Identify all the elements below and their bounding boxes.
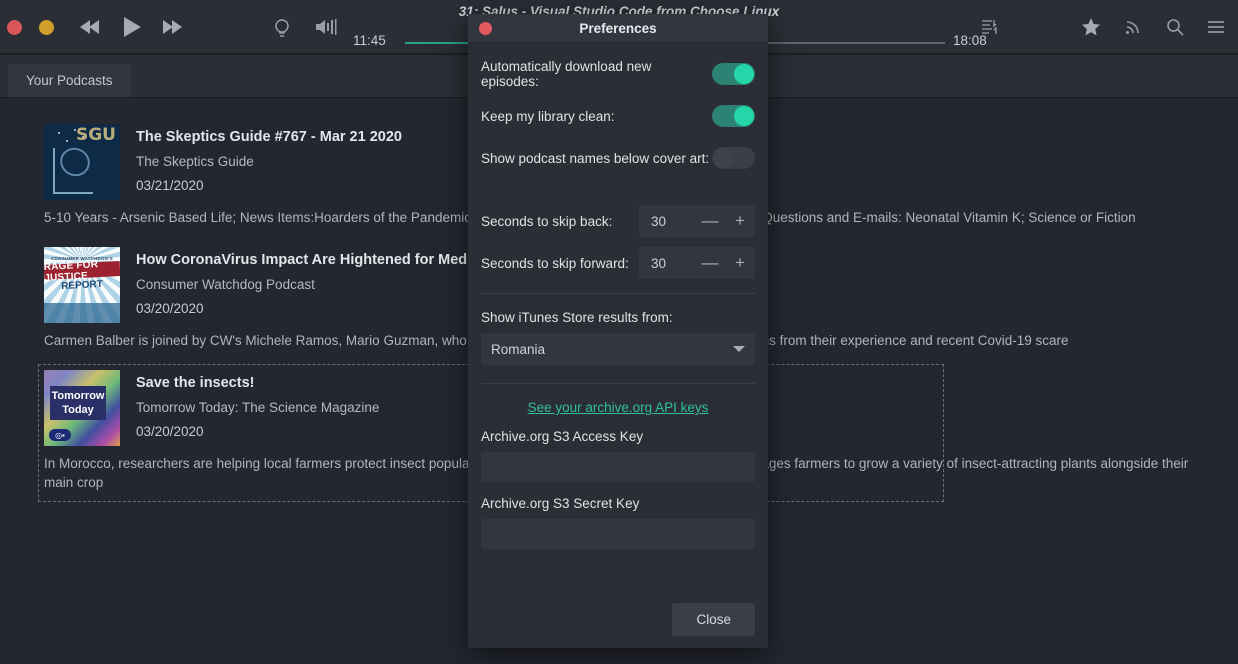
episode-meta: How CoronaVirus Impact Are Hightened for… — [136, 247, 514, 323]
secret-key-label: Archive.org S3 Secret Key — [481, 496, 640, 511]
skip-back-stepper[interactable]: 30 — + — [639, 205, 755, 237]
episode-show-name: Tomorrow Today: The Science Magazine — [136, 400, 380, 415]
pref-row-auto-download: Automatically download new episodes: — [481, 59, 755, 89]
skip-back-value: 30 — [651, 213, 667, 229]
pref-label: Automatically download new episodes: — [481, 59, 652, 89]
skip-forward-value: 30 — [651, 255, 667, 271]
divider — [481, 293, 755, 294]
fast-forward-icon[interactable] — [161, 16, 185, 38]
close-window-dot[interactable] — [7, 20, 22, 35]
playlist-queue-icon[interactable] — [978, 16, 1000, 38]
skip-back-minus-button[interactable]: — — [695, 205, 725, 237]
preferences-footer: Close — [672, 603, 755, 636]
secret-key-input[interactable] — [481, 519, 755, 549]
access-key-label: Archive.org S3 Access Key — [481, 429, 644, 444]
hamburger-menu-icon[interactable] — [1205, 16, 1227, 38]
episode-title: Save the insects! — [136, 375, 255, 391]
pref-label: Seconds to skip forward: — [481, 255, 629, 271]
close-button[interactable]: Close — [672, 603, 755, 636]
pref-row-show-podcast-names: Show podcast names below cover art: — [481, 145, 755, 171]
episode-cover-art: CONSUMER WATCHDOG'S RAGE FOR JUSTICE REP… — [44, 247, 120, 323]
toggle-knob — [734, 64, 754, 84]
archive-api-keys-link[interactable]: See your archive.org API keys — [481, 400, 755, 415]
skip-forward-minus-button[interactable]: — — [695, 247, 725, 279]
itunes-store-country-select[interactable]: Romania — [481, 333, 755, 365]
skip-back-plus-button[interactable]: + — [725, 205, 755, 237]
pref-label: Seconds to skip back: — [481, 213, 613, 229]
search-icon[interactable] — [1164, 16, 1186, 38]
preferences-titlebar: Preferences — [468, 14, 768, 43]
toggle-knob — [713, 148, 733, 168]
rewind-icon[interactable] — [78, 16, 102, 38]
episode-show-name: The Skeptics Guide — [136, 154, 254, 169]
toggle-auto-download[interactable] — [712, 63, 755, 85]
lightbulb-icon[interactable] — [271, 16, 293, 39]
skip-forward-plus-button[interactable]: + — [725, 247, 755, 279]
cover-art-text: SGU — [75, 125, 116, 145]
episode-meta: The Skeptics Guide #767 - Mar 21 2020 Th… — [136, 124, 402, 200]
toggle-knob — [734, 106, 754, 126]
episode-title: The Skeptics Guide #767 - Mar 21 2020 — [136, 129, 402, 145]
rss-icon[interactable] — [1122, 16, 1144, 38]
divider — [481, 383, 755, 384]
pref-label: Keep my library clean: — [481, 108, 615, 124]
star-icon[interactable] — [1080, 16, 1102, 38]
access-key-input[interactable] — [481, 452, 755, 482]
pref-row-skip-back: Seconds to skip back: 30 — + — [481, 205, 755, 237]
episode-date: 03/20/2020 — [136, 301, 204, 316]
pref-label: Show podcast names below cover art: — [481, 150, 710, 166]
cover-art-sub-text: Today — [62, 404, 94, 416]
preferences-dialog: Preferences Automatically download new e… — [468, 14, 768, 648]
cover-art-text: Tomorrow — [51, 390, 105, 402]
itunes-store-label: Show iTunes Store results from: — [481, 310, 673, 325]
volume-icon[interactable] — [315, 17, 339, 37]
episode-cover-art: Tomorrow Today ◎▪ — [44, 370, 120, 446]
episode-meta: Save the insects! Tomorrow Today: The Sc… — [136, 370, 379, 446]
pref-row-keep-library-clean: Keep my library clean: — [481, 103, 755, 129]
skip-forward-stepper[interactable]: 30 — + — [639, 247, 755, 279]
episode-show-name: Consumer Watchdog Podcast — [136, 277, 315, 292]
cover-art-text: RAGE FOR JUSTICE — [44, 259, 120, 283]
dw-logo-icon: ◎▪ — [49, 429, 71, 441]
toggle-keep-library-clean[interactable] — [712, 105, 755, 127]
minimize-window-dot[interactable] — [39, 20, 54, 35]
elapsed-time: 11:45 — [353, 33, 386, 48]
toggle-show-podcast-names[interactable] — [712, 147, 755, 169]
episode-cover-art: SGU — [44, 124, 120, 200]
episode-title: How CoronaVirus Impact Are Hightened for… — [136, 252, 514, 268]
preferences-title: Preferences — [579, 20, 657, 36]
episode-date: 03/20/2020 — [136, 424, 204, 439]
chevron-down-icon — [733, 346, 745, 352]
preferences-body: Automatically download new episodes: Kee… — [468, 43, 768, 648]
itunes-store-country-value: Romania — [491, 341, 546, 357]
episode-date: 03/21/2020 — [136, 178, 204, 193]
tab-your-podcasts[interactable]: Your Podcasts — [8, 64, 131, 97]
pref-row-skip-forward: Seconds to skip forward: 30 — + — [481, 247, 755, 279]
